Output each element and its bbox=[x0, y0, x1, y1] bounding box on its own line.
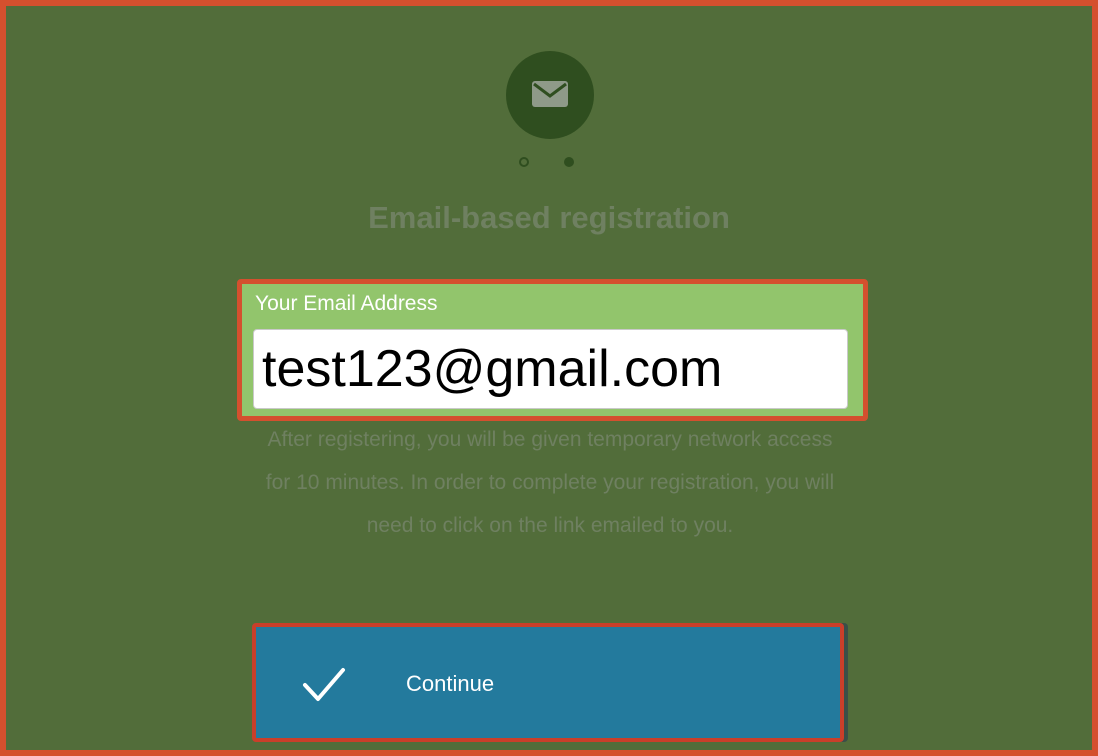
email-field[interactable] bbox=[253, 329, 848, 409]
continue-button[interactable]: Continue bbox=[252, 623, 844, 742]
envelope-badge bbox=[506, 51, 594, 139]
step-dot-2 bbox=[564, 157, 574, 167]
registration-screen: Email-based registration Your Email Addr… bbox=[0, 0, 1098, 756]
page-title: Email-based registration bbox=[368, 200, 730, 235]
registration-info-text: After registering, you will be given tem… bbox=[265, 428, 835, 537]
continue-button-label: Continue bbox=[406, 671, 495, 696]
envelope-icon bbox=[532, 81, 568, 107]
email-field-group: Your Email Address bbox=[237, 279, 868, 421]
step-indicator bbox=[6, 157, 1092, 173]
checkmark-icon bbox=[303, 668, 345, 701]
step-dot-1 bbox=[519, 157, 529, 167]
email-field-label: Your Email Address bbox=[255, 292, 438, 315]
